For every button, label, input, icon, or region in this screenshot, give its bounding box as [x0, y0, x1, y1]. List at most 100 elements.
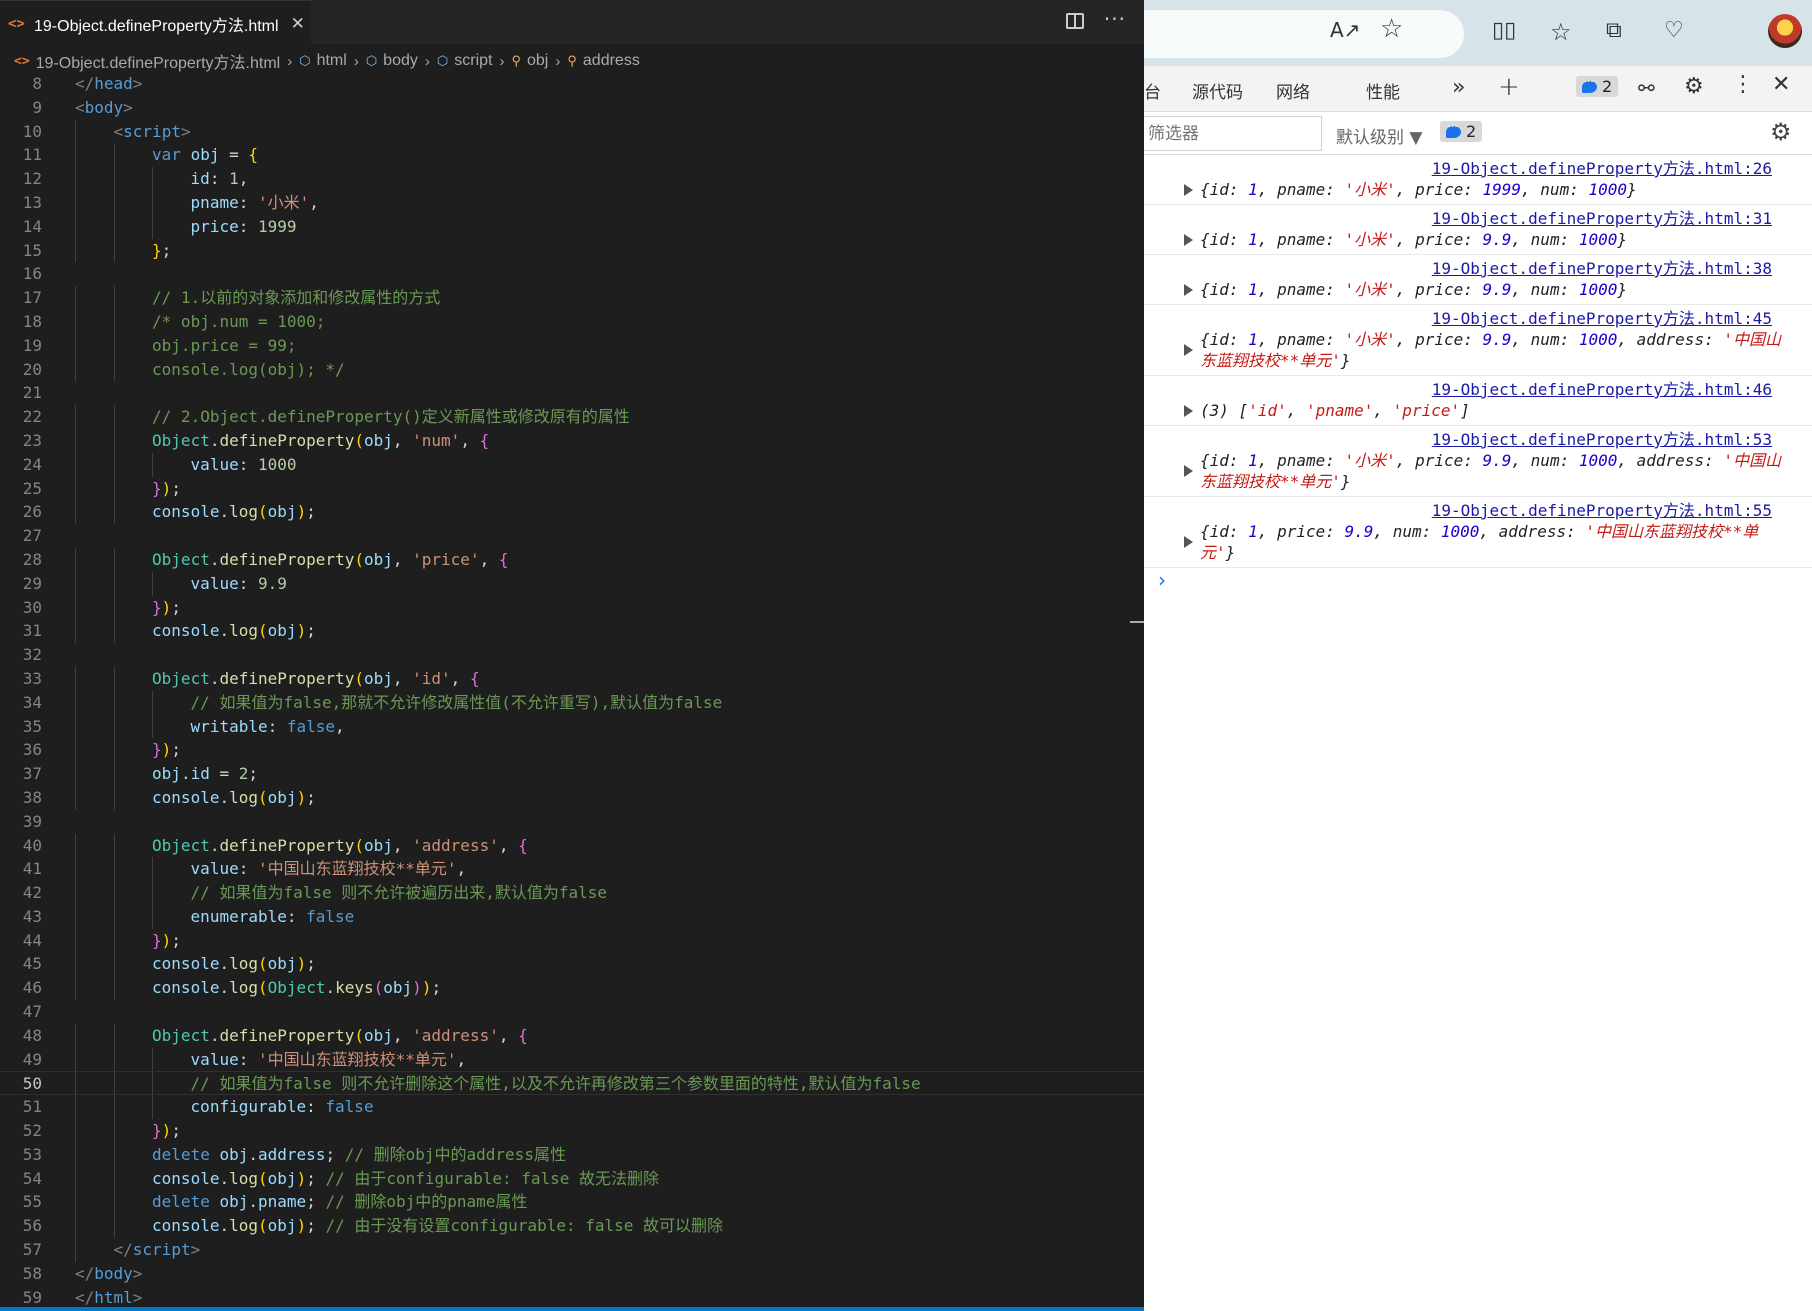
code-line[interactable]: 58 </body>	[0, 1262, 1144, 1286]
code-line[interactable]: 16	[0, 262, 1144, 286]
split-editor-icon[interactable]	[1065, 13, 1084, 29]
source-link[interactable]: 19-Object.defineProperty方法.html:31	[1144, 205, 1812, 229]
code-line[interactable]: 27	[0, 524, 1144, 548]
console-prompt[interactable]: ›	[1144, 568, 1812, 598]
code-line[interactable]: 23 Object.defineProperty(obj, 'num', {	[0, 428, 1144, 453]
tab-sources[interactable]: 源代码	[1192, 78, 1243, 103]
code-line[interactable]: 19 obj.price = 99;	[0, 333, 1144, 358]
settings-gear-icon[interactable]: ⚙	[1684, 74, 1704, 99]
expand-triangle-icon[interactable]	[1184, 536, 1193, 548]
code-line[interactable]: 20 console.log(obj); */	[0, 357, 1144, 382]
filter-issues-badge[interactable]: 2	[1440, 119, 1483, 142]
code-line[interactable]: 18 /* obj.num = 1000;	[0, 309, 1144, 334]
source-link[interactable]: 19-Object.defineProperty方法.html:38	[1144, 255, 1812, 279]
code-line[interactable]: 21	[0, 381, 1144, 405]
code-line[interactable]: 30});	[0, 595, 1144, 620]
code-line[interactable]: 35 writable: false,	[0, 714, 1144, 739]
code-line[interactable]: 47	[0, 1000, 1144, 1024]
source-link[interactable]: 19-Object.defineProperty方法.html:53	[1144, 426, 1812, 450]
code-line[interactable]: 42 // 如果值为false 则不允许被遍历出来,默认值为false	[0, 881, 1144, 905]
browser-essentials-icon[interactable]: ♡	[1664, 18, 1684, 43]
code-line[interactable]: 24 value: 1000	[0, 452, 1144, 477]
code-line[interactable]: 46 console.log(Object.keys(obj));	[0, 976, 1144, 1001]
code-line[interactable]: 49 value: '中国山东蓝翔技校**单元',	[0, 1047, 1144, 1072]
code-line[interactable]: 40 Object.defineProperty(obj, 'address', …	[0, 833, 1144, 858]
breadcrumb-body[interactable]: ⬡ body	[366, 52, 418, 70]
log-level-select[interactable]: 默认级别 ▼	[1336, 123, 1422, 148]
code-line[interactable]: 26 console.log(obj);	[0, 500, 1144, 525]
issues-badge[interactable]: 2	[1576, 74, 1619, 97]
code-line[interactable]: 31 console.log(obj);	[0, 619, 1144, 644]
code-line[interactable]: 54 console.log(obj); // 由于configurable: f…	[0, 1166, 1144, 1191]
code-line[interactable]: 34 // 如果值为false,那就不允许修改属性值(不允许重写),默认值为fal…	[0, 690, 1144, 715]
breadcrumb-file[interactable]: <> 19-Object.defineProperty方法.html	[14, 49, 280, 73]
expand-triangle-icon[interactable]	[1184, 234, 1193, 246]
code-line[interactable]: 36});	[0, 738, 1144, 763]
code-line[interactable]: 43 enumerable: false	[0, 904, 1144, 929]
expand-triangle-icon[interactable]	[1184, 405, 1193, 417]
breadcrumb-script[interactable]: ⬡ script	[437, 52, 493, 70]
code-line[interactable]: 48 Object.defineProperty(obj, 'address', …	[0, 1023, 1144, 1048]
code-line[interactable]: 52});	[0, 1119, 1144, 1143]
code-line[interactable]: 22 // 2.Object.defineProperty()定义新属性或修改原有…	[0, 405, 1144, 429]
favorites-icon[interactable]: ☆	[1550, 18, 1572, 46]
expand-triangle-icon[interactable]	[1184, 465, 1193, 477]
editor-tab[interactable]: <> 19-Object.defineProperty方法.html ✕	[0, 0, 311, 46]
close-tab-icon[interactable]: ✕	[291, 14, 305, 34]
logged-value[interactable]: {id: 1, pname: '小米', price: 9.9, num: 10…	[1144, 229, 1812, 254]
more-actions-icon[interactable]: ···	[1104, 9, 1126, 29]
code-line[interactable]: 28 Object.defineProperty(obj, 'price', {	[0, 547, 1144, 572]
code-line[interactable]: 39	[0, 810, 1144, 834]
code-line[interactable]: 25});	[0, 476, 1144, 501]
code-line[interactable]: 53 delete obj.address; // 删除obj中的address属…	[0, 1142, 1144, 1167]
code-line[interactable]: 11 var obj = {	[0, 143, 1144, 168]
expand-triangle-icon[interactable]	[1184, 344, 1193, 356]
code-line[interactable]: 56 console.log(obj); // 由于没有设置configurabl…	[0, 1214, 1144, 1239]
code-line[interactable]: 17 // 1.以前的对象添加和修改属性的方式	[0, 286, 1144, 310]
source-link[interactable]: 19-Object.defineProperty方法.html:45	[1144, 305, 1812, 329]
source-link[interactable]: 19-Object.defineProperty方法.html:46	[1144, 376, 1812, 400]
tab-console[interactable]: 台	[1144, 78, 1161, 103]
code-line[interactable]: 45 console.log(obj);	[0, 952, 1144, 977]
logged-value[interactable]: {id: 1, pname: '小米', price: 9.9, num: 10…	[1144, 329, 1812, 375]
tab-performance[interactable]: 性能	[1366, 78, 1400, 103]
code-line[interactable]: 9 <body>	[0, 96, 1144, 120]
address-bar[interactable]: A↗ ☆	[1144, 10, 1464, 58]
code-line[interactable]: 29 value: 9.9	[0, 571, 1144, 596]
code-line[interactable]: 32	[0, 643, 1144, 667]
code-line[interactable]: 59 </html>	[0, 1286, 1144, 1310]
code-line[interactable]: 15};	[0, 238, 1144, 263]
read-aloud-icon[interactable]: A↗	[1330, 18, 1360, 42]
code-line[interactable]: 37 obj.id = 2;	[0, 762, 1144, 786]
code-line[interactable]: 50 // 如果值为false 则不允许删除这个属性,以及不允许再修改第三个参数里…	[0, 1071, 1144, 1096]
code-line[interactable]: 8 </head>	[0, 72, 1144, 96]
code-line[interactable]: 33 Object.defineProperty(obj, 'id', {	[0, 666, 1144, 691]
source-link[interactable]: 19-Object.defineProperty方法.html:26	[1144, 155, 1812, 179]
profile-avatar[interactable]	[1768, 14, 1802, 48]
code-line[interactable]: 10 <script>	[0, 119, 1144, 144]
breadcrumb-html[interactable]: ⬡ html	[299, 52, 347, 70]
scrollbar-marker[interactable]	[1130, 621, 1144, 623]
code-line[interactable]: 14 price: 1999	[0, 214, 1144, 239]
logged-value[interactable]: (3) ['id', 'pname', 'price']	[1144, 400, 1812, 425]
logged-value[interactable]: {id: 1, pname: '小米', price: 9.9, num: 10…	[1144, 279, 1812, 304]
code-line[interactable]: 51 configurable: false	[0, 1095, 1144, 1120]
logged-value[interactable]: {id: 1, pname: '小米', price: 1999, num: 1…	[1144, 179, 1812, 204]
code-line[interactable]: 44});	[0, 928, 1144, 953]
collections-icon[interactable]: ⧉	[1606, 18, 1622, 43]
source-link[interactable]: 19-Object.defineProperty方法.html:55	[1144, 497, 1812, 521]
add-tab-icon[interactable]: +	[1498, 72, 1520, 102]
customize-menu-icon[interactable]: ⋮	[1732, 72, 1754, 97]
split-screen-icon[interactable]: ▯▯	[1492, 18, 1516, 43]
console-settings-gear-icon[interactable]: ⚙	[1770, 118, 1792, 146]
tab-network[interactable]: 网络	[1276, 78, 1310, 103]
more-tabs-icon[interactable]: »	[1452, 75, 1465, 100]
breadcrumb-address[interactable]: ⚲ address	[567, 52, 639, 70]
code-line[interactable]: 13 pname: '小米',	[0, 190, 1144, 215]
favorite-star-icon[interactable]: ☆	[1380, 14, 1403, 44]
connect-devices-icon[interactable]: ⚯	[1638, 76, 1655, 100]
logged-value[interactable]: {id: 1, price: 9.9, num: 1000, address: …	[1144, 521, 1812, 567]
code-line[interactable]: 41 value: '中国山东蓝翔技校**单元',	[0, 857, 1144, 882]
code-editor[interactable]: <> 19-Object.defineProperty方法.html ✕ ···…	[0, 0, 1144, 1311]
code-line[interactable]: 12 id: 1,	[0, 167, 1144, 191]
